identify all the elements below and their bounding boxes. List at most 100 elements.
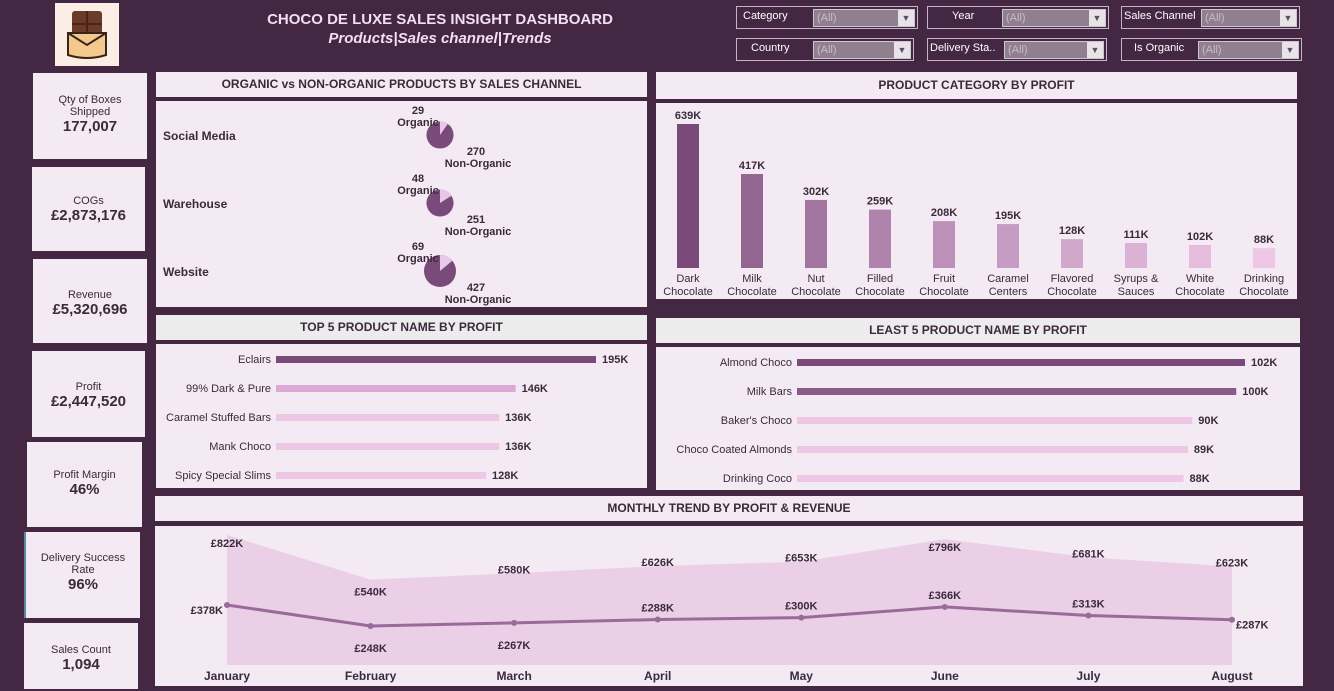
chocolate-bar-icon	[67, 11, 107, 59]
category-label-line1: Fruit	[933, 273, 955, 285]
filter-sales-channel-select[interactable]: (All) ▼	[1201, 9, 1297, 27]
least5-panel-title: LEAST 5 PRODUCT NAME BY PROFIT	[656, 318, 1300, 343]
category-value-label: 639K	[675, 110, 701, 122]
kpi-cogs: COGs £2,873,176	[32, 167, 145, 251]
non-organic-value: 270	[467, 146, 485, 158]
filter-sales-channel[interactable]: Sales Channel (All) ▼	[1121, 6, 1300, 29]
category-value-label: 88K	[1254, 234, 1274, 246]
filter-label: Country	[751, 42, 790, 54]
filter-delivery-status[interactable]: Delivery Sta.. (All) ▼	[927, 38, 1107, 61]
profit-point	[511, 619, 518, 626]
profit-value-label: £300K	[785, 601, 817, 613]
top5-bar	[276, 385, 516, 392]
organic-label: Organic	[397, 253, 439, 265]
dashboard-title: CHOCO DE LUXE SALES INSIGHT DASHBOARD	[267, 11, 613, 28]
filter-country-select[interactable]: (All) ▼	[813, 41, 911, 59]
profit-value-label: £248K	[354, 643, 386, 655]
filter-label: Category	[743, 10, 788, 22]
filter-category-select[interactable]: (All) ▼	[813, 9, 915, 27]
kpi-label: COGs	[73, 195, 104, 207]
least5-bar	[797, 359, 1245, 366]
top5-bar-chart: Eclairs 195K 99% Dark & Pure 146K Caramel St…	[166, 354, 628, 482]
category-bar	[741, 174, 763, 268]
category-label-line1: Drinking	[1244, 273, 1284, 285]
kpi-value: £2,873,176	[50, 207, 127, 224]
filter-label: Sales Channel	[1124, 10, 1196, 22]
kpi-qty-boxes: Qty of Boxes Shipped 177,007	[33, 73, 147, 159]
profit-point	[1085, 612, 1092, 619]
category-label-line1: Nut	[807, 273, 824, 285]
month-label: June	[931, 669, 959, 683]
non-organic-label: Non-Organic	[445, 158, 512, 170]
revenue-value-label: £540K	[354, 587, 386, 599]
category-bar	[677, 124, 699, 268]
revenue-value-label: £623K	[1216, 557, 1248, 569]
kpi-value: £5,320,696	[52, 301, 128, 318]
least5-label: Almond Choco	[720, 357, 792, 369]
non-organic-value: 251	[467, 214, 485, 226]
organic-value: 48	[412, 173, 424, 185]
category-label-line2: Chocolate	[1239, 286, 1289, 298]
category-label-line1: Caramel	[987, 273, 1029, 285]
filter-delivery-status-select[interactable]: (All) ▼	[1004, 41, 1104, 59]
kpi-profit-margin: Profit Margin 46%	[27, 442, 142, 527]
kpi-label: Sales Count	[51, 644, 111, 656]
revenue-value-label: £796K	[929, 542, 961, 554]
profit-point	[798, 614, 805, 621]
category-value-label: 259K	[867, 196, 893, 208]
least5-bar	[797, 446, 1188, 453]
filter-value: (All)	[1202, 44, 1222, 56]
logo	[55, 3, 119, 66]
chevron-down-icon[interactable]: ▼	[1282, 42, 1298, 58]
chevron-down-icon[interactable]: ▼	[894, 42, 910, 58]
chevron-down-icon[interactable]: ▼	[1280, 10, 1296, 26]
top5-value: 136K	[505, 412, 531, 424]
least5-bar	[797, 475, 1184, 482]
profit-point	[1229, 616, 1235, 623]
revenue-value-label: £653K	[785, 553, 817, 565]
filter-country[interactable]: Country (All) ▼	[736, 38, 914, 61]
profit-value-label: £366K	[929, 590, 961, 602]
organic-panel-title: ORGANIC vs NON-ORGANIC PRODUCTS BY SALES…	[156, 72, 647, 97]
least5-label: Baker's Choco	[721, 415, 792, 427]
kpi-revenue: Revenue £5,320,696	[33, 259, 147, 343]
chevron-down-icon[interactable]: ▼	[898, 10, 914, 26]
filter-value: (All)	[817, 12, 837, 24]
top5-panel-title: TOP 5 PRODUCT NAME BY PROFIT	[156, 315, 647, 340]
filter-is-organic[interactable]: Is Organic (All) ▼	[1121, 38, 1302, 61]
category-label-line2: Sauces	[1118, 286, 1155, 298]
filter-category[interactable]: Category (All) ▼	[736, 6, 918, 29]
non-organic-value: 427	[467, 282, 485, 294]
category-label-line2: Chocolate	[727, 286, 777, 298]
month-label: May	[790, 669, 814, 683]
filter-label: Is Organic	[1134, 42, 1185, 54]
category-panel-title: PRODUCT CATEGORY BY PROFIT	[656, 72, 1297, 99]
non-organic-label: Non-Organic	[445, 294, 512, 306]
top5-value: 136K	[505, 441, 531, 453]
filter-year[interactable]: Year (All) ▼	[927, 6, 1109, 29]
category-label-line1: Dark	[676, 273, 700, 285]
category-bar	[1253, 248, 1275, 268]
revenue-value-label: £822K	[211, 538, 243, 550]
filter-is-organic-select[interactable]: (All) ▼	[1198, 41, 1299, 59]
organic-value: 29	[412, 105, 424, 117]
category-bar-chart: 639KDarkChocolate417KMilkChocolate302KNu…	[663, 110, 1289, 298]
kpi-label: Revenue	[67, 289, 113, 301]
least5-value: 102K	[1251, 357, 1277, 369]
category-bar	[1189, 245, 1211, 268]
category-bar	[869, 209, 891, 268]
filter-year-select[interactable]: (All) ▼	[1002, 9, 1106, 27]
category-value-label: 302K	[803, 186, 829, 198]
chevron-down-icon[interactable]: ▼	[1089, 10, 1105, 26]
month-label: July	[1076, 669, 1100, 683]
kpi-value: £2,447,520	[50, 393, 127, 410]
kpi-label: Profit Margin	[53, 469, 116, 481]
organic-panel: Social Media 29 Organic 270 Non-Organic Wareh…	[156, 101, 647, 307]
category-bar	[997, 224, 1019, 268]
category-label-line2: Centers	[989, 286, 1028, 298]
chevron-down-icon[interactable]: ▼	[1087, 42, 1103, 58]
kpi-delivery-success: Delivery Success Rate 96%	[24, 532, 140, 618]
dashboard-subtitle: Products|Sales channel|Trends	[328, 30, 552, 47]
category-label-line1: Filled	[867, 273, 893, 285]
revenue-value-label: £681K	[1072, 548, 1104, 560]
